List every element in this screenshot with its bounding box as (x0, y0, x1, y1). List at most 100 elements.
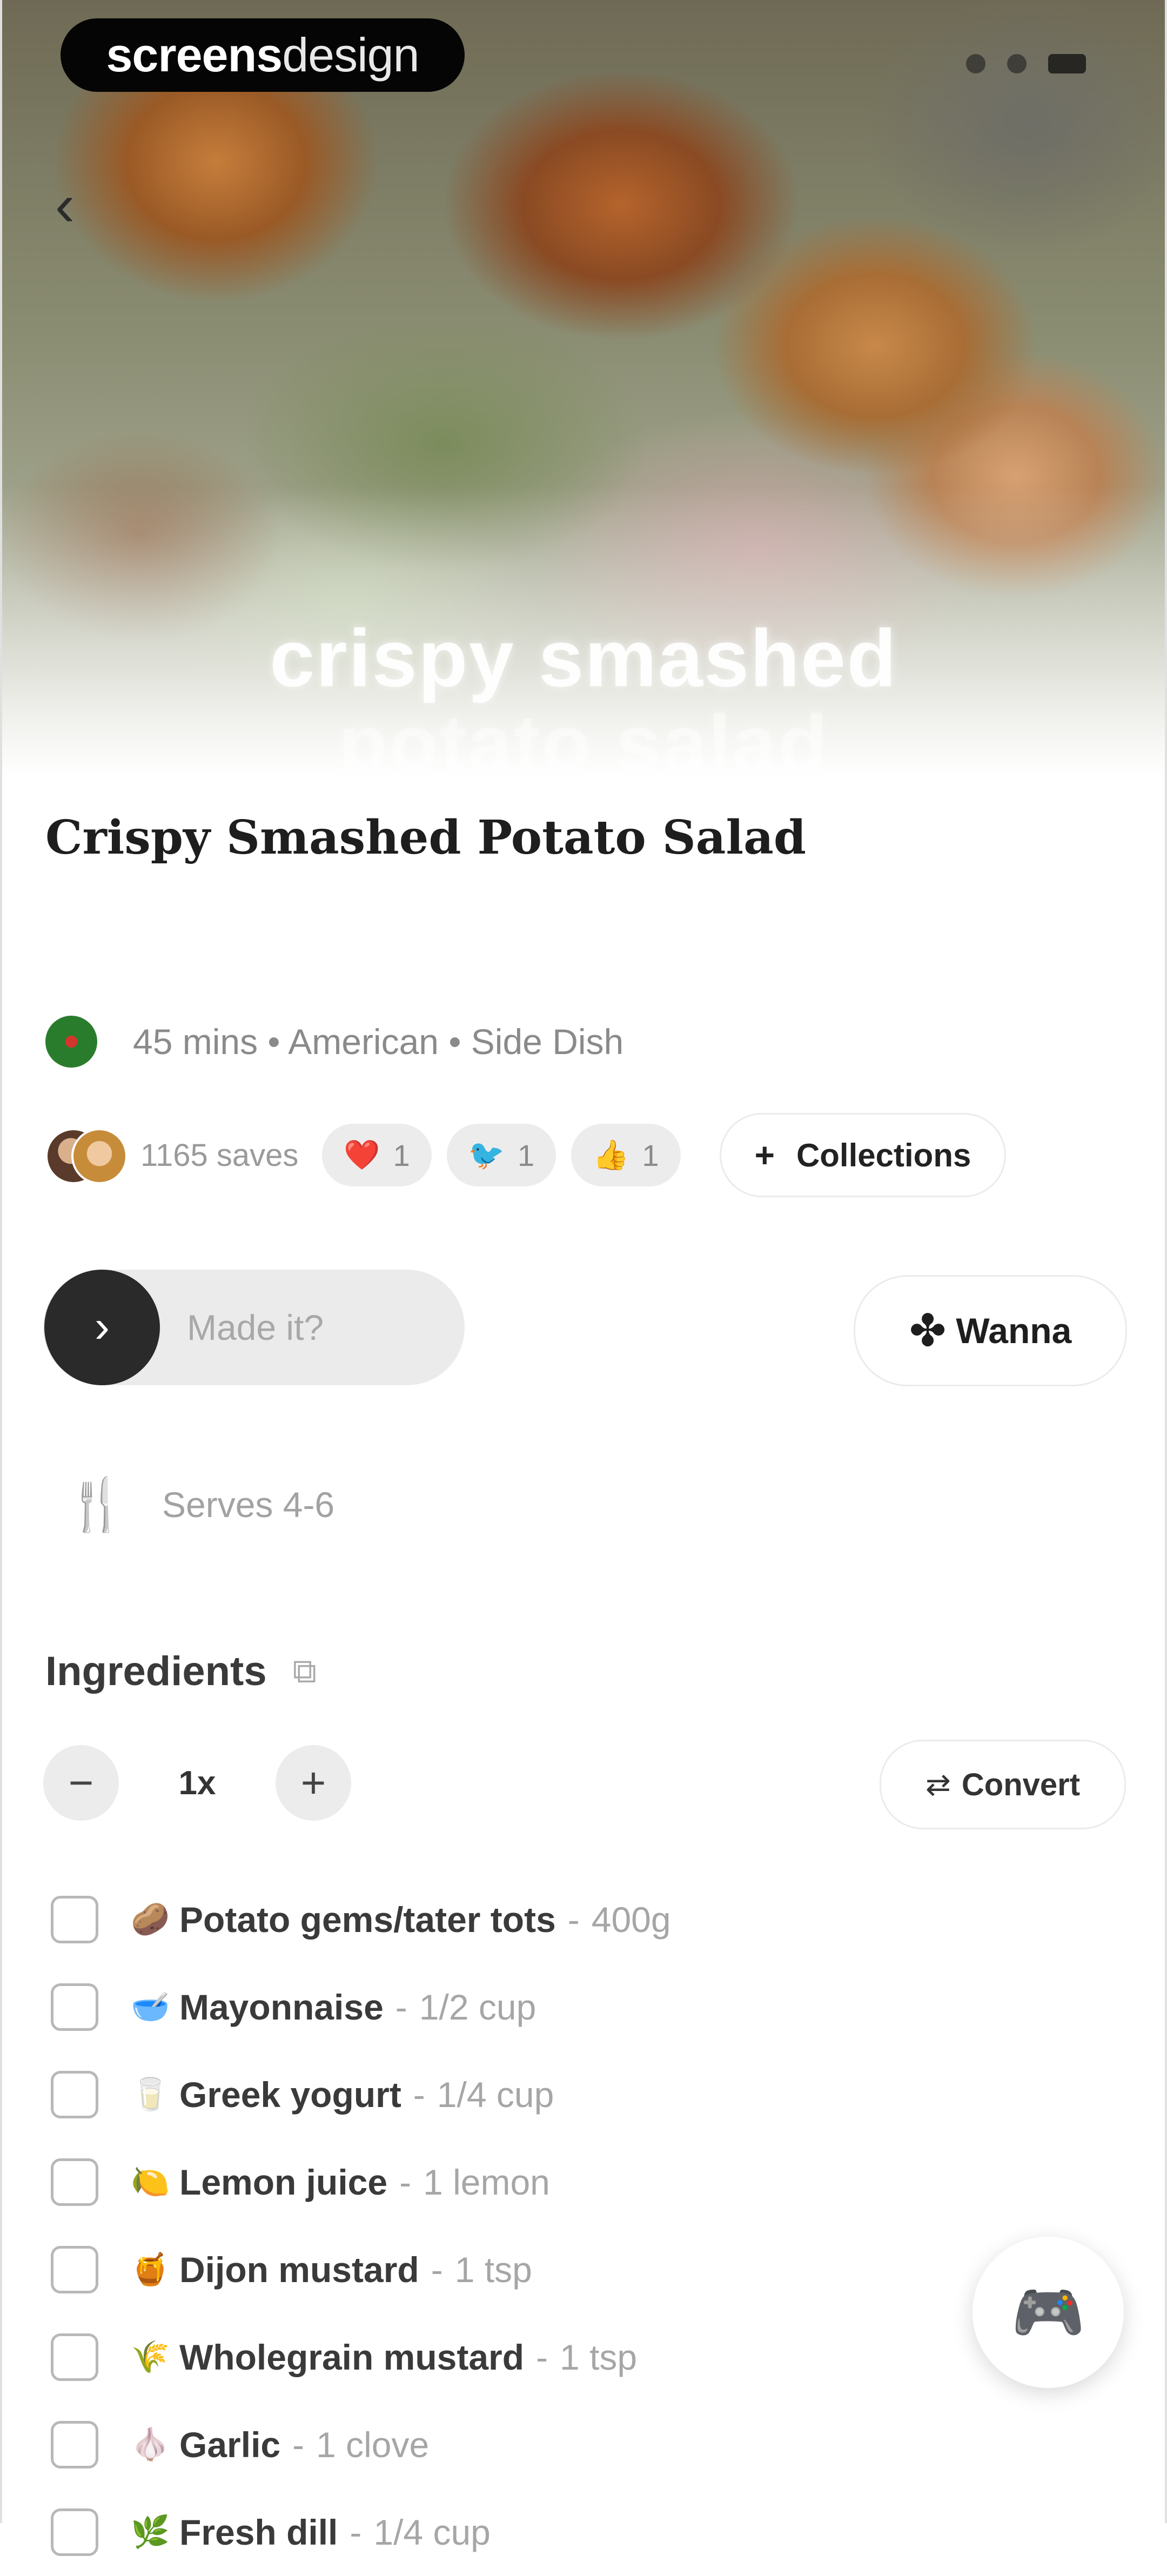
ingredient-checkbox[interactable] (51, 2071, 98, 2118)
game-controller-button[interactable]: 🎮 (972, 2237, 1124, 2388)
heart-icon: ❤️ (344, 1138, 380, 1171)
ingredient-name: Lemon juice (179, 2162, 388, 2202)
separator: - (350, 2512, 362, 2552)
ingredient-name: Dijon mustard (179, 2250, 419, 2290)
ingredient-checkbox[interactable] (51, 2421, 98, 2468)
reaction-count: 1 (518, 1138, 535, 1172)
game-controller-icon: 🎮 (1011, 2279, 1085, 2346)
made-it-label: Made it? (187, 1307, 324, 1347)
list-item[interactable]: 🧄 Garlic - 1 clove (51, 2401, 1077, 2488)
decrease-button[interactable]: − (43, 1745, 119, 1821)
ingredient-name: Mayonnaise (179, 1987, 384, 2027)
bowl-icon: 🥣 (131, 1989, 170, 2024)
reaction-bird[interactable]: 🐦 1 (446, 1124, 556, 1186)
ingredient-checkbox[interactable] (51, 1896, 98, 1943)
chevron-right-icon: › (95, 1301, 110, 1352)
bird-icon: 🐦 (468, 1138, 505, 1171)
ingredient-name: Greek yogurt (179, 2075, 401, 2115)
hero-overlay-line1: crispy smashed (270, 613, 897, 703)
hero-overlay-line2: potato salad (338, 697, 829, 778)
swap-icon: ⇄ (925, 1767, 951, 1801)
list-item[interactable]: 🥛 Greek yogurt - 1/4 cup (51, 2051, 1077, 2138)
ingredient-qty: 1 clove (316, 2425, 430, 2465)
utensils-icon: 🍴 (65, 1476, 129, 1533)
ingredient-qty: 1 lemon (423, 2162, 550, 2202)
brand-watermark: screens design (61, 18, 465, 92)
list-item[interactable]: 🍯 Dijon mustard - 1 tsp (51, 2226, 1077, 2313)
avatar (71, 1128, 128, 1184)
herb-icon: 🌿 (131, 2514, 170, 2550)
reaction-count: 1 (393, 1138, 410, 1172)
yogurt-icon: 🥛 (131, 2077, 170, 2112)
minus-icon: − (68, 1759, 94, 1807)
sparkle-icon: ✤ (909, 1306, 947, 1356)
separator: - (431, 2250, 443, 2290)
list-item[interactable]: 🍋 Lemon juice - 1 lemon (51, 2138, 1077, 2226)
collections-label: Collections (796, 1137, 971, 1173)
serves-row: 🍴 Serves 4-6 (65, 1475, 334, 1534)
plus-icon: + (754, 1136, 775, 1175)
slider-knob[interactable]: › (44, 1270, 160, 1385)
separator: - (413, 2075, 425, 2115)
separator: - (536, 2337, 548, 2377)
separator: - (567, 1900, 580, 1940)
brand-light: design (282, 28, 419, 82)
garlic-icon: 🧄 (131, 2427, 170, 2462)
reaction-heart[interactable]: ❤️ 1 (322, 1124, 432, 1186)
made-it-slider[interactable]: › Made it? (43, 1270, 465, 1385)
list-item[interactable]: 🥣 Mayonnaise - 1/2 cup (51, 1963, 1077, 2051)
ingredient-qty: 1 tsp (560, 2337, 638, 2377)
separator: - (399, 2162, 412, 2202)
list-item[interactable]: 🥔 Potato gems/tater tots - 400g (51, 1876, 1077, 1963)
thumbs-up-icon: 👍 (593, 1138, 629, 1171)
convert-button[interactable]: ⇄ Convert (880, 1740, 1126, 1829)
recipe-meta: 45 mins • American • Side Dish (45, 1016, 623, 1068)
ingredient-checkbox[interactable] (51, 2333, 98, 2381)
ingredient-qty: 1/4 cup (373, 2512, 491, 2552)
ingredient-name: Fresh dill (179, 2512, 338, 2552)
scale-value: 1x (178, 1764, 216, 1802)
ingredient-name: Garlic (179, 2425, 281, 2465)
ingredient-qty: 1/2 cup (419, 1987, 536, 2027)
hero-overlay-title: crispy smashed potato salad (0, 613, 1167, 778)
wifi-icon (1007, 54, 1027, 73)
copy-icon[interactable]: ⧉ (293, 1652, 317, 1691)
convert-label: Convert (961, 1767, 1081, 1802)
ingredient-checkbox[interactable] (51, 2158, 98, 2206)
reaction-thumbs-up[interactable]: 👍 1 (571, 1124, 681, 1186)
ingredients-title: Ingredients (45, 1648, 267, 1694)
list-item[interactable]: 🌾 Wholegrain mustard - 1 tsp (51, 2313, 1077, 2401)
reaction-count: 1 (642, 1138, 659, 1172)
plus-icon: + (300, 1759, 326, 1807)
separator: - (395, 1987, 407, 2027)
ingredient-qty: 1/4 cup (437, 2075, 554, 2115)
ingredient-qty: 400g (591, 1900, 671, 1940)
chevron-left-icon: ‹ (55, 172, 75, 238)
ingredient-checkbox[interactable] (51, 1983, 98, 2031)
saver-avatars[interactable] (45, 1128, 128, 1184)
ingredient-name: Potato gems/tater tots (179, 1900, 556, 1940)
cuisine-flag-icon (45, 1016, 97, 1068)
grain-icon: 🌾 (131, 2339, 170, 2374)
lemon-icon: 🍋 (131, 2164, 170, 2199)
saves-count: 1165 saves (140, 1137, 299, 1173)
scale-controls: − 1x + (43, 1745, 351, 1821)
recipe-title: Crispy Smashed Potato Salad (45, 810, 806, 865)
wanna-label: Wanna (956, 1311, 1072, 1351)
collections-button[interactable]: + Collections (719, 1113, 1007, 1197)
separator: - (292, 2425, 305, 2465)
meta-text: 45 mins • American • Side Dish (133, 1022, 624, 1062)
ingredient-qty: 1 tsp (454, 2250, 532, 2290)
social-row: 1165 saves ❤️ 1 🐦 1 👍 1 + Collections (45, 1113, 1007, 1197)
brand-bold: screens (106, 28, 283, 82)
back-button[interactable]: ‹ (38, 173, 92, 238)
signal-icon (966, 54, 985, 73)
potato-icon: 🥔 (131, 1902, 170, 1937)
wanna-button[interactable]: ✤ Wanna (854, 1275, 1127, 1386)
list-item[interactable]: 🌿 Fresh dill - 1/4 cup (51, 2488, 1077, 2576)
ingredient-checkbox[interactable] (51, 2508, 98, 2556)
hero-image: crispy smashed potato salad screens desig… (0, 0, 1167, 778)
increase-button[interactable]: + (276, 1745, 351, 1821)
status-bar-icons (966, 54, 1086, 73)
ingredient-checkbox[interactable] (51, 2246, 98, 2293)
